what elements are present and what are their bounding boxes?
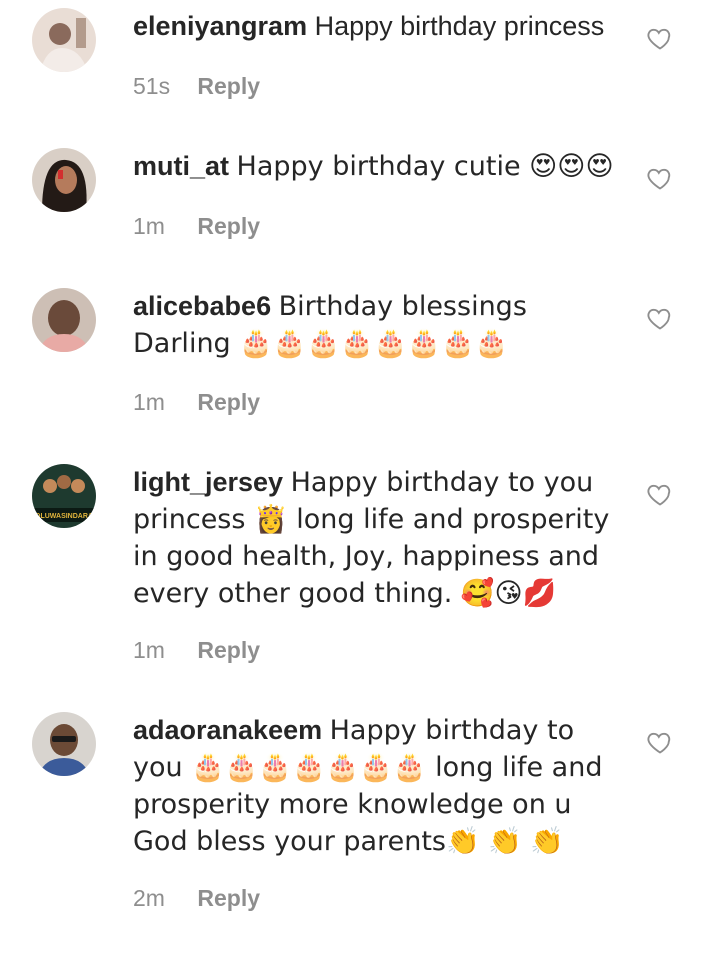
reply-button[interactable]: Reply — [197, 389, 260, 415]
avatar[interactable] — [32, 712, 96, 776]
comment-body: alicebabe6 Birthday blessings Darling 🎂🎂… — [133, 288, 618, 362]
comment-username[interactable]: adaoranakeem — [133, 715, 322, 745]
comment-username[interactable]: muti_at — [133, 151, 229, 181]
comment-body: adaoranakeem Happy birthday to you 🎂🎂🎂🎂🎂… — [133, 712, 618, 860]
comment-time: 1m — [133, 213, 165, 239]
comments-list: eleniyangram Happy birthday princess 51s… — [0, 0, 720, 957]
reply-button[interactable]: Reply — [197, 885, 260, 911]
avatar[interactable] — [32, 8, 96, 72]
comment-meta: 2m Reply — [133, 884, 260, 912]
avatar[interactable]: OLUWASINDARA — [32, 464, 96, 528]
like-heart-icon[interactable] — [646, 304, 674, 332]
comment-username[interactable]: eleniyangram — [133, 11, 307, 41]
comment-body: eleniyangram Happy birthday princess — [133, 8, 618, 44]
like-heart-icon[interactable] — [646, 164, 674, 192]
comment-meta: 1m Reply — [133, 636, 260, 664]
like-heart-icon[interactable] — [646, 24, 674, 52]
like-heart-icon[interactable] — [646, 728, 674, 756]
comment-text: Happy birthday cutie 😍😍😍 — [236, 151, 614, 182]
comment-time: 51s — [133, 73, 171, 99]
like-heart-icon[interactable] — [646, 480, 674, 508]
comment-username[interactable]: light_jersey — [133, 467, 283, 497]
comment-meta: 51s Reply — [133, 72, 260, 100]
comment-text: Happy birthday princess — [314, 11, 605, 41]
comment-username[interactable]: alicebabe6 — [133, 291, 271, 321]
comment-body: muti_at Happy birthday cutie 😍😍😍 — [133, 148, 618, 185]
comment-time: 1m — [133, 389, 165, 415]
reply-button[interactable]: Reply — [197, 73, 260, 99]
comment-time: 2m — [133, 885, 165, 911]
avatar[interactable] — [32, 288, 96, 352]
comment-meta: 1m Reply — [133, 212, 260, 240]
reply-button[interactable]: Reply — [197, 637, 260, 663]
comment-meta: 1m Reply — [133, 388, 260, 416]
reply-button[interactable]: Reply — [197, 213, 260, 239]
avatar[interactable] — [32, 148, 96, 212]
comment-body: light_jersey Happy birthday to you princ… — [133, 464, 618, 612]
comment-time: 1m — [133, 637, 165, 663]
avatar-caption: OLUWASINDARA — [35, 513, 93, 520]
